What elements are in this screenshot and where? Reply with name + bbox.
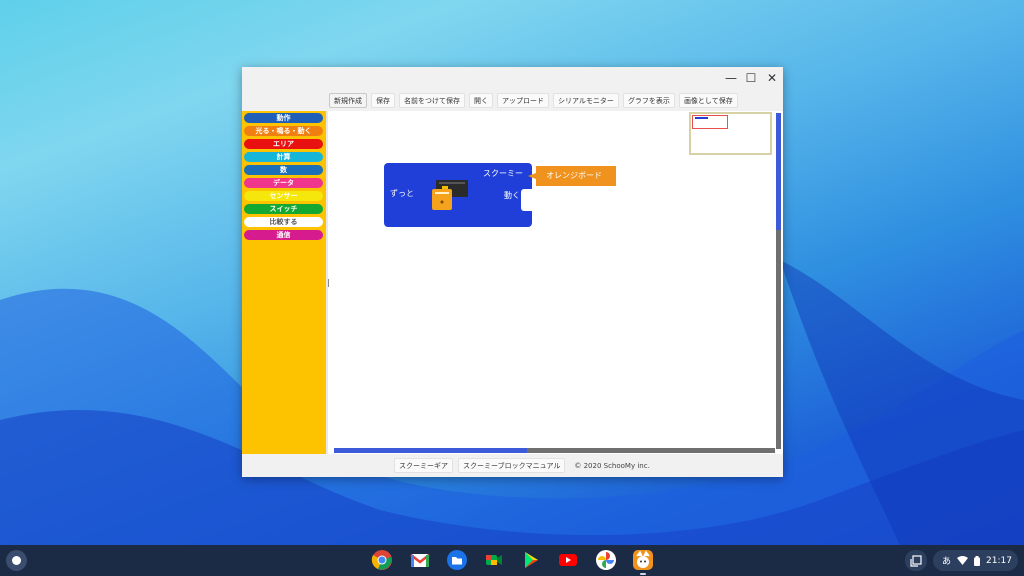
category-data[interactable]: データ	[244, 178, 323, 188]
category-motion[interactable]: 動作	[244, 113, 323, 123]
status-area[interactable]: あ 21:17	[933, 550, 1018, 571]
category-light-sound-move[interactable]: 光る・鳴る・動く	[244, 126, 323, 136]
launcher-button[interactable]	[6, 550, 27, 571]
battery-icon	[974, 555, 981, 566]
minimize-button[interactable]: —	[723, 70, 739, 86]
open-button[interactable]: 開く	[469, 93, 493, 108]
horizontal-scroll-thumb[interactable]	[334, 448, 527, 453]
panel-resize-handle[interactable]	[328, 279, 329, 287]
serial-monitor-button[interactable]: シリアルモニター	[553, 93, 619, 108]
vertical-scroll-thumb[interactable]	[776, 113, 781, 230]
upload-button[interactable]: アップロード	[497, 93, 549, 108]
forever-block-label: ずっと	[390, 189, 414, 198]
new-button[interactable]: 新規作成	[329, 93, 367, 108]
overview-icon	[910, 554, 922, 567]
launcher-icon	[12, 556, 21, 565]
photos-icon[interactable]	[595, 549, 617, 571]
app-window: — ☐ ✕ 新規作成 保存 名前をつけて保存 開く アップロード シリアルモニタ…	[242, 67, 783, 477]
overview-button[interactable]	[905, 550, 927, 571]
category-area[interactable]: エリア	[244, 139, 323, 149]
minimap-block-marker	[695, 117, 708, 119]
gmail-icon[interactable]	[409, 549, 431, 571]
category-switch[interactable]: スイッチ	[244, 204, 323, 214]
files-icon[interactable]	[446, 549, 468, 571]
close-button[interactable]: ✕	[764, 70, 780, 86]
wifi-icon	[957, 556, 969, 565]
toolbar: 新規作成 保存 名前をつけて保存 開く アップロード シリアルモニター グラフを…	[242, 90, 783, 111]
save-as-image-button[interactable]: 画像として保存	[678, 93, 738, 108]
block-workspace[interactable]: ずっと スクーミー 動く オレンジボード	[331, 111, 782, 454]
save-button[interactable]: 保存	[371, 93, 395, 108]
block-manual-button[interactable]: スクーミーブロックマニュアル	[458, 458, 566, 473]
block-palette: 動作 光る・鳴る・動く エリア 計算 数 データ センサー スイッチ 比較する …	[242, 111, 328, 454]
orange-board-block[interactable]: オレンジボード	[528, 166, 616, 186]
schoomy-board-icon	[432, 180, 468, 210]
move-label: 動く	[504, 191, 520, 200]
show-graph-button[interactable]: グラフを表示	[622, 93, 675, 108]
forever-block[interactable]: ずっと スクーミー 動く	[384, 163, 532, 227]
footer: スクーミーギア スクーミーブロックマニュアル © 2020 SchooMy in…	[242, 454, 783, 477]
schoomy-gear-button[interactable]: スクーミーギア	[394, 458, 453, 473]
workspace-minimap[interactable]	[689, 112, 772, 155]
copyright-text: © 2020 SchooMy inc.	[574, 461, 650, 470]
maximize-button[interactable]: ☐	[743, 70, 759, 86]
play-store-icon[interactable]	[520, 549, 542, 571]
schoomy-app-icon[interactable]	[632, 549, 654, 571]
schoomy-header-label: スクーミー	[483, 169, 523, 178]
clock: 21:17	[986, 555, 1012, 566]
title-bar: — ☐ ✕	[242, 67, 783, 90]
running-indicator	[640, 573, 646, 575]
meet-icon[interactable]	[483, 549, 505, 571]
chrome-icon[interactable]	[371, 549, 393, 571]
ime-indicator: あ	[942, 557, 952, 567]
shelf: あ 21:17	[0, 545, 1024, 576]
category-calculate[interactable]: 計算	[244, 152, 323, 162]
category-number[interactable]: 数	[244, 165, 323, 175]
block-socket	[521, 189, 534, 211]
category-sensor[interactable]: センサー	[244, 191, 323, 201]
save-as-button[interactable]: 名前をつけて保存	[399, 93, 465, 108]
youtube-icon[interactable]	[557, 549, 579, 571]
category-communication[interactable]: 通信	[244, 230, 323, 240]
category-compare[interactable]: 比較する	[244, 217, 323, 227]
